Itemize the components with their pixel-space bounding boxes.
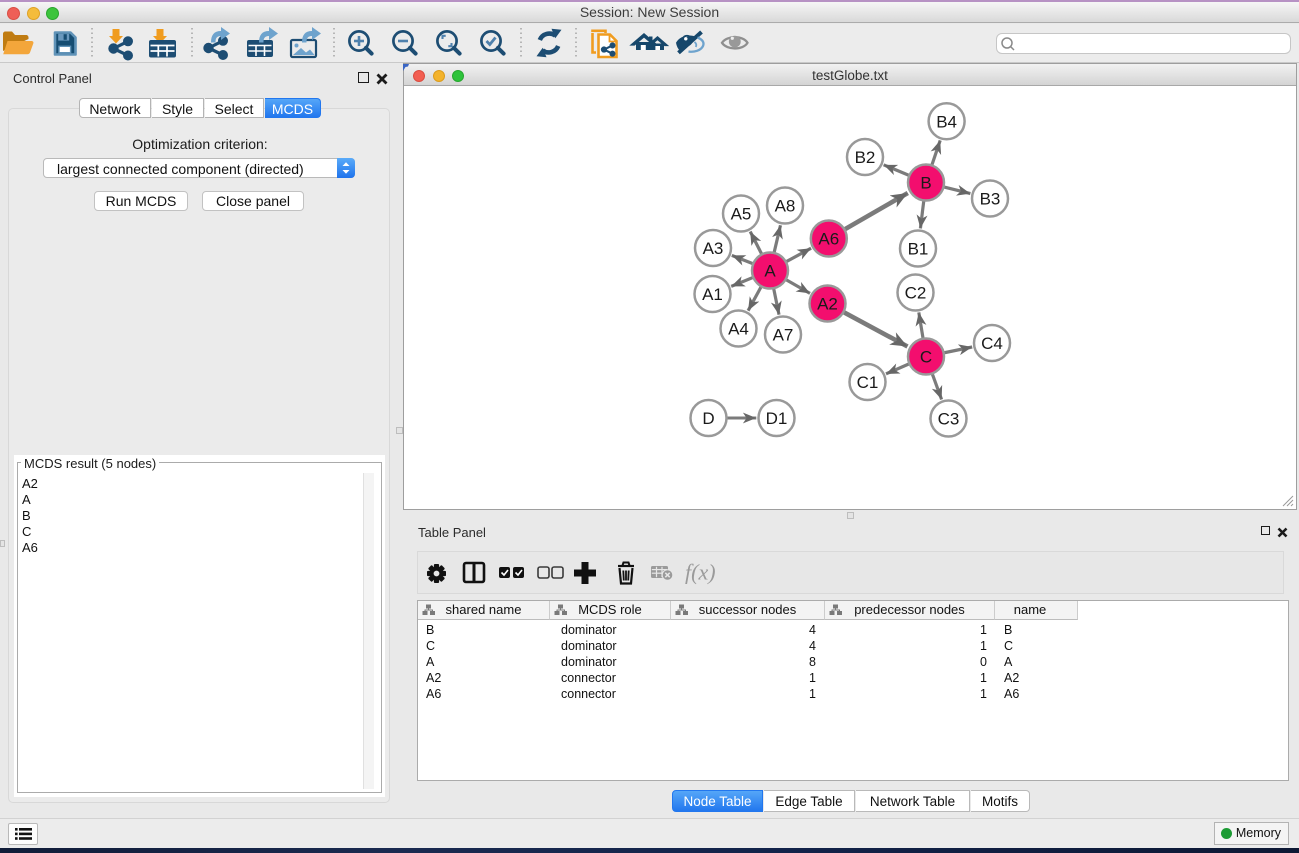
svg-text:A5: A5 (731, 205, 752, 224)
svg-text:A: A (764, 262, 776, 281)
svg-text:C1: C1 (857, 373, 879, 392)
svg-text:C: C (920, 348, 932, 367)
svg-text:A2: A2 (817, 295, 838, 314)
svg-text:A6: A6 (818, 230, 839, 249)
svg-text:B: B (920, 174, 931, 193)
svg-text:B1: B1 (908, 240, 929, 259)
svg-text:A1: A1 (702, 285, 723, 304)
svg-text:f(x): f(x) (685, 560, 716, 585)
svg-text:D1: D1 (766, 409, 788, 428)
svg-text:B4: B4 (936, 112, 957, 131)
svg-text:B3: B3 (980, 190, 1001, 209)
svg-text:C3: C3 (938, 410, 960, 429)
svg-text:A4: A4 (728, 320, 749, 339)
svg-text:D: D (702, 409, 714, 428)
svg-text:C4: C4 (981, 334, 1003, 353)
svg-text:A7: A7 (773, 326, 794, 345)
svg-text:A8: A8 (775, 197, 796, 216)
svg-text:A3: A3 (703, 239, 724, 258)
svg-text:C2: C2 (905, 284, 927, 303)
svg-text:B2: B2 (855, 148, 876, 167)
